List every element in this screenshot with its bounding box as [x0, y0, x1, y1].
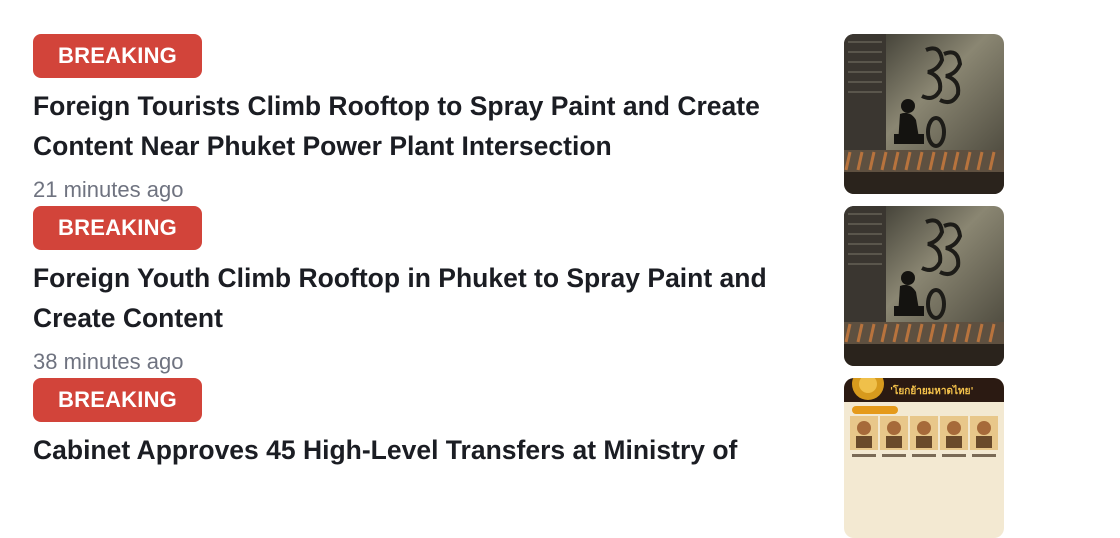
- graffiti-rooftop-photo: [844, 206, 1004, 366]
- article-thumbnail[interactable]: 'โยกย้ายมหาดไทย': [844, 378, 1004, 538]
- article-thumbnail[interactable]: [844, 206, 1004, 366]
- news-item[interactable]: BREAKING Foreign Youth Climb Rooftop in …: [0, 172, 1120, 374]
- article-headline[interactable]: Foreign Youth Climb Rooftop in Phuket to…: [33, 258, 823, 338]
- thumbnail-caption: 'โยกย้ายมหาดไทย': [890, 384, 974, 397]
- ministry-officials-poster: 'โยกย้ายมหาดไทย': [844, 378, 1004, 538]
- article-thumbnail[interactable]: [844, 34, 1004, 194]
- article-headline[interactable]: Cabinet Approves 45 High-Level Transfers…: [33, 430, 823, 470]
- breaking-badge: BREAKING: [33, 378, 202, 422]
- breaking-badge: BREAKING: [33, 206, 202, 250]
- news-feed: BREAKING Foreign Tourists Climb Rooftop …: [0, 0, 1120, 538]
- news-item[interactable]: BREAKING Cabinet Approves 45 High-Level …: [0, 344, 1120, 538]
- news-item[interactable]: BREAKING Foreign Tourists Climb Rooftop …: [0, 0, 1120, 202]
- article-headline[interactable]: Foreign Tourists Climb Rooftop to Spray …: [33, 86, 823, 166]
- breaking-badge: BREAKING: [33, 34, 202, 78]
- graffiti-rooftop-photo: [844, 34, 1004, 194]
